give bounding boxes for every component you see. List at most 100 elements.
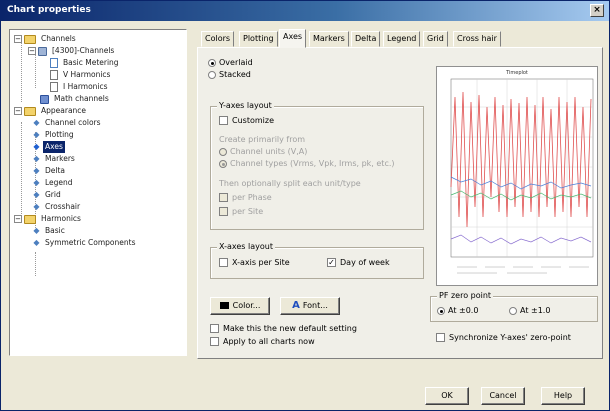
settings-tree[interactable]: − Channels − [4300]-Channels Basic Meterin… [9, 29, 187, 356]
cancel-button[interactable]: Cancel [481, 387, 525, 405]
stacked-label: Stacked [219, 70, 251, 79]
create-primarily-from-label: Create primarily from [219, 135, 306, 144]
font-button[interactable]: A Font... [280, 297, 340, 315]
tab-delta[interactable]: Delta [351, 31, 381, 47]
day-of-week-checkbox[interactable]: ✓ Day of week [327, 258, 390, 268]
per-site-checkbox[interactable]: per Site [219, 207, 263, 217]
radio-selected-icon [208, 58, 216, 67]
tree-item-label: V Harmonics [63, 70, 111, 79]
color-button-label: Color... [232, 301, 261, 310]
checkbox-icon [210, 337, 219, 346]
channel-types-radio[interactable]: Channel types (Vrms, Vpk, Irms, pk, etc.… [219, 159, 395, 169]
bullet-icon: ◆ [33, 226, 40, 235]
tree-item-label: Harmonics [41, 214, 81, 223]
x-axes-layout-title: X-axes layout [217, 242, 275, 252]
ok-button[interactable]: OK [425, 387, 469, 405]
tree-item-legend[interactable]: ◆ Legend [32, 177, 75, 189]
collapse-icon[interactable]: − [14, 107, 22, 115]
tab-axes[interactable]: Axes [279, 29, 307, 48]
pf-at-0-label: At ±0.0 [448, 306, 479, 315]
tree-item-basic-metering[interactable]: Basic Metering [50, 57, 121, 69]
pf-at-0-radio[interactable]: At ±0.0 [437, 306, 478, 316]
then-optionally-label: Then optionally split each unit/type [219, 179, 361, 188]
tree-item-label: [4300]-Channels [52, 46, 115, 55]
tree-item-delta[interactable]: ◆ Delta [32, 165, 67, 177]
collapse-icon[interactable]: − [14, 35, 22, 43]
tree-item-label: Math channels [54, 94, 109, 103]
tree-item-channel-colors[interactable]: ◆ Channel colors [32, 117, 103, 129]
tree-item-appearance[interactable]: − Appearance [14, 105, 88, 117]
tree-item-label: Appearance [41, 106, 87, 115]
tree-item-plotting[interactable]: ◆ Plotting [32, 129, 76, 141]
document-icon [50, 70, 58, 80]
sync-y-zero-label: Synchronize Y-axes' zero-point [449, 333, 571, 342]
folder-icon [24, 214, 36, 224]
sync-y-zero-checkbox[interactable]: Synchronize Y-axes' zero-point [436, 333, 571, 343]
radio-icon [509, 306, 517, 315]
checked-document-icon [50, 58, 58, 68]
stacked-radio[interactable]: Stacked [208, 70, 251, 80]
bullet-icon: ◆ [33, 154, 40, 163]
close-icon[interactable]: × [590, 4, 604, 17]
tree-item-symmetric-components[interactable]: ◆ Symmetric Components [32, 237, 138, 249]
overlaid-radio[interactable]: Overlaid [208, 58, 253, 68]
font-button-label: Font... [302, 301, 328, 310]
apply-all-checkbox[interactable]: Apply to all charts now [210, 337, 315, 347]
tree-item-label: Legend [45, 178, 73, 187]
checkbox-icon [219, 207, 228, 216]
pf-at-1-radio[interactable]: At ±1.0 [509, 306, 550, 316]
tree-item-axes[interactable]: ◆ Axes [32, 141, 65, 153]
bullet-icon: ◆ [33, 130, 40, 139]
x-axis-per-site-label: X-axis per Site [232, 258, 290, 267]
per-phase-checkbox[interactable]: per Phase [219, 193, 272, 203]
collapse-icon[interactable]: − [28, 47, 36, 55]
bullet-icon: ◆ [33, 118, 40, 127]
day-of-week-label: Day of week [340, 258, 390, 267]
document-icon [50, 82, 58, 92]
tree-item-i-harmonics[interactable]: I Harmonics [50, 81, 110, 93]
help-button[interactable]: Help [541, 387, 585, 405]
tree-item-channels[interactable]: − Channels [14, 33, 78, 45]
tree-item-v-harmonics[interactable]: V Harmonics [50, 69, 112, 81]
per-site-label: per Site [232, 207, 264, 216]
tab-cross-hair[interactable]: Cross hair [453, 31, 501, 47]
axes-tab-panel: Overlaid Stacked Y-axes layout Customize… [197, 47, 603, 359]
tab-markers[interactable]: Markers [309, 31, 349, 47]
tree-item-grid[interactable]: ◆ Grid [32, 189, 63, 201]
per-phase-label: per Phase [232, 193, 272, 202]
chart-preview: Timeplot [436, 66, 598, 286]
bullet-icon: ◆ [33, 166, 40, 175]
apply-all-label: Apply to all charts now [223, 337, 315, 346]
tree-item-label: Plotting [45, 130, 74, 139]
tab-colors[interactable]: Colors [201, 31, 235, 47]
customize-checkbox[interactable]: Customize [219, 116, 274, 126]
bullet-icon: ◆ [33, 142, 40, 151]
tree-item-label: Delta [45, 166, 66, 175]
checkbox-icon [219, 116, 228, 125]
channel-types-label: Channel types (Vrms, Vpk, Irms, pk, etc.… [230, 159, 395, 168]
collapse-icon[interactable]: − [14, 215, 22, 223]
tree-item-crosshair[interactable]: ◆ Crosshair [32, 201, 82, 213]
tree-item-label: Basic Metering [63, 58, 119, 67]
tree-item-label: Markers [45, 154, 75, 163]
tab-grid[interactable]: Grid [423, 31, 448, 47]
tree-item-4300-channels[interactable]: − [4300]-Channels [28, 45, 116, 57]
tree-item-harmonics[interactable]: − Harmonics [14, 213, 83, 225]
tree-item-markers[interactable]: ◆ Markers [32, 153, 77, 165]
pf-at-1-label: At ±1.0 [520, 306, 551, 315]
window-title: Chart properties [7, 5, 91, 15]
tree-item-math-channels[interactable]: Math channels [40, 93, 111, 105]
x-axes-layout-group: X-axes layout X-axis per Site ✓ Day of we… [210, 242, 424, 279]
channel-units-radio[interactable]: Channel units (V,A) [219, 147, 307, 157]
overlaid-label: Overlaid [219, 58, 253, 67]
tree-item-basic[interactable]: ◆ Basic [32, 225, 67, 237]
checkmark-icon: ✓ [327, 258, 336, 267]
make-default-label: Make this the new default setting [223, 324, 357, 333]
x-axis-per-site-checkbox[interactable]: X-axis per Site [219, 258, 290, 268]
y-axes-layout-group: Y-axes layout Customize Create primarily… [210, 101, 424, 230]
color-button[interactable]: Color... [210, 297, 270, 315]
customize-label: Customize [232, 116, 274, 125]
tab-plotting[interactable]: Plotting [239, 31, 278, 47]
tab-legend[interactable]: Legend [383, 31, 421, 47]
make-default-checkbox[interactable]: Make this the new default setting [210, 324, 357, 334]
